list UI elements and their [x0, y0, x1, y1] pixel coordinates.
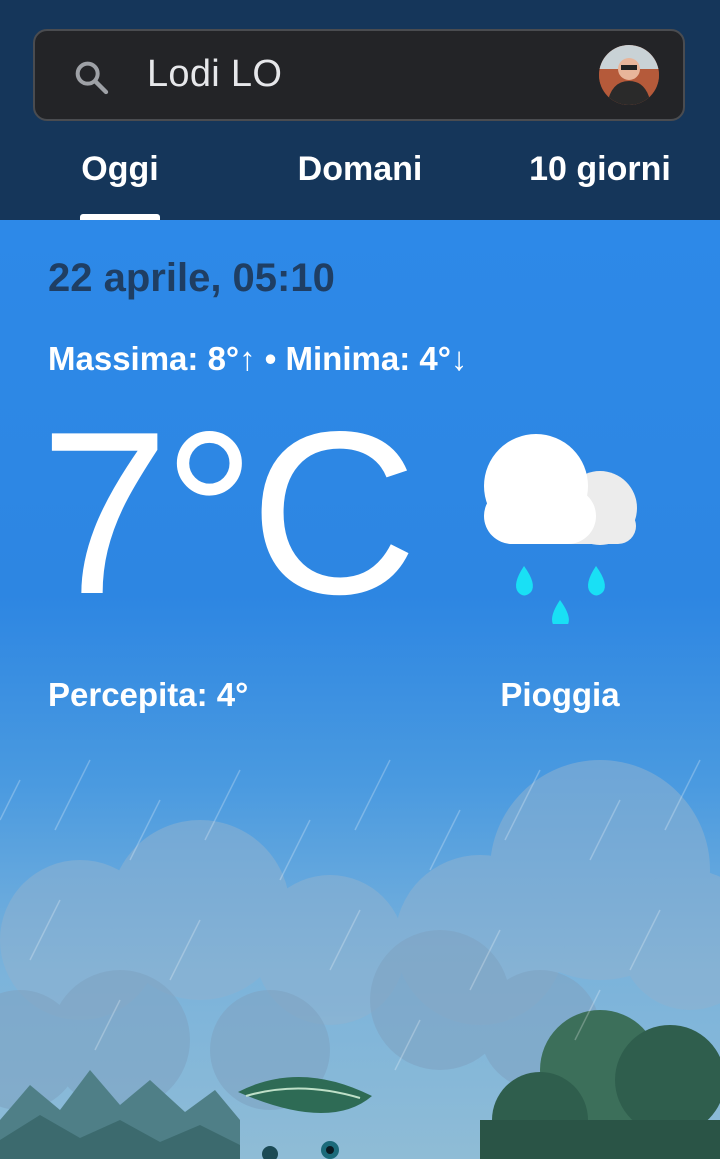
current-temperature: 7°C	[40, 384, 417, 643]
weather-panel: 22 aprile, 05:10 Massima: 8°↑ • Minima: …	[0, 220, 720, 1159]
tab-oggi[interactable]: Oggi	[81, 150, 158, 189]
search-input[interactable]: Lodi LO	[147, 53, 282, 96]
avatar[interactable]	[599, 45, 659, 105]
feels-like: Percepita: 4°	[48, 676, 249, 713]
min-max-temperature: Massima: 8°↑ • Minima: 4°↓	[48, 340, 468, 377]
search-icon[interactable]	[71, 57, 111, 97]
top-app-bar: Lodi LO Oggi Domani 10 giorni	[0, 0, 720, 220]
tab-bar: Oggi Domani 10 giorni	[0, 140, 720, 220]
rain-cloud-icon	[484, 434, 637, 624]
rainy-landscape-illustration	[0, 759, 720, 1159]
tab-10-giorni[interactable]: 10 giorni	[529, 150, 671, 189]
search-bar[interactable]: Lodi LO	[33, 29, 685, 121]
date-time: 22 aprile, 05:10	[48, 256, 335, 300]
weather-condition: Pioggia	[500, 676, 620, 713]
tab-domani[interactable]: Domani	[298, 150, 423, 189]
